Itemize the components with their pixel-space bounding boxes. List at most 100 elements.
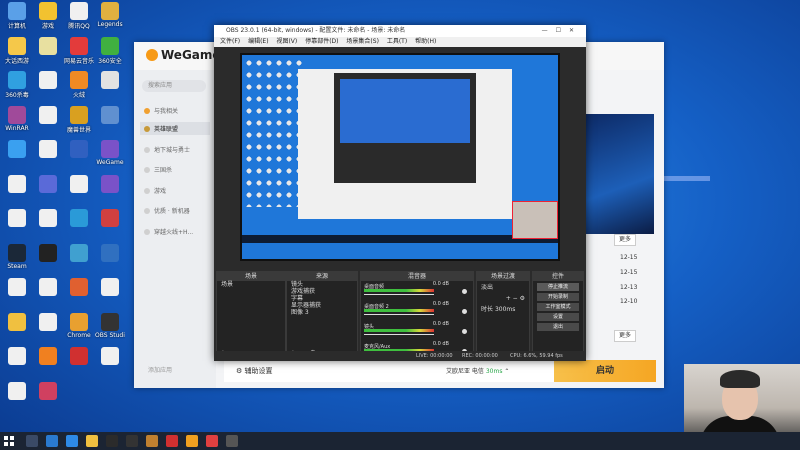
sidebar-item-related[interactable]: 与我相关 <box>144 106 178 115</box>
menu-scene-collection[interactable]: 场景集合(S) <box>346 38 379 45</box>
task-view-icon[interactable] <box>46 435 58 447</box>
explorer-icon[interactable] <box>86 435 98 447</box>
scene-item[interactable]: 场景 <box>217 281 285 288</box>
obs-titlebar[interactable]: OBS 23.0.1 (64-bit, windows) - 配置文件: 未命名… <box>214 25 586 37</box>
sidebar-item-sanguosha[interactable]: 三国杀 <box>144 165 172 174</box>
transition-controls[interactable]: + − ⚙ <box>477 295 529 302</box>
obs-taskbar-icon-2[interactable] <box>126 435 138 447</box>
source-item[interactable]: 图像 3 <box>287 309 357 316</box>
windows-start-icon[interactable] <box>4 436 14 446</box>
transition-duration[interactable]: 时长 300ms <box>477 306 529 313</box>
desktop-icon[interactable] <box>33 71 63 90</box>
desktop-icon[interactable] <box>2 209 32 228</box>
volume-slider[interactable] <box>364 294 434 295</box>
desktop-icon[interactable] <box>2 312 32 332</box>
wegame-search-input[interactable]: 搜索应用 <box>142 80 206 92</box>
desktop-icon[interactable] <box>64 243 94 263</box>
menu-view[interactable]: 视图(V) <box>276 38 297 45</box>
desktop-icon[interactable] <box>33 243 63 263</box>
menu-file[interactable]: 文件(F) <box>220 38 240 45</box>
desktop-icon[interactable]: 腾讯QQ <box>64 2 94 30</box>
exit-button[interactable]: 退出 <box>537 323 579 331</box>
desktop-icon[interactable]: Steam <box>2 243 32 270</box>
desktop-icon[interactable]: OBS Studio <box>95 312 125 339</box>
qq-taskbar-icon[interactable] <box>166 435 178 447</box>
speaker-icon[interactable] <box>462 309 467 314</box>
desktop-icon[interactable]: 游戏 <box>33 2 63 30</box>
sidebar-item-dnf[interactable]: 地下城与勇士 <box>144 145 190 154</box>
obs-window[interactable]: OBS 23.0.1 (64-bit, windows) - 配置文件: 未命名… <box>214 25 586 361</box>
desktop-icon[interactable] <box>33 174 63 194</box>
desktop-icon[interactable] <box>95 347 125 366</box>
transition-type-select[interactable]: 淡出 <box>477 284 529 291</box>
speaker-icon[interactable] <box>462 329 467 334</box>
menu-tools[interactable]: 工具(T) <box>387 38 407 45</box>
stop-streaming-button[interactable]: 停止推流 <box>537 283 579 291</box>
source-item[interactable]: 游戏捕获 <box>287 288 357 295</box>
desktop-icon[interactable] <box>2 174 32 194</box>
source-item[interactable]: 字幕 <box>287 295 357 302</box>
wegame-taskbar-icon[interactable] <box>186 435 198 447</box>
desktop-icon[interactable] <box>95 278 125 297</box>
desktop-icon[interactable] <box>95 71 125 90</box>
desktop-icon[interactable]: 360安全 <box>95 36 125 65</box>
sidebar-item-cf[interactable]: 穿越火线+H... <box>144 227 193 236</box>
desktop-icon[interactable]: 计算机 <box>2 2 32 30</box>
desktop-icon[interactable]: WeGame <box>95 140 125 166</box>
volume-slider[interactable] <box>364 334 434 335</box>
game-poster[interactable] <box>584 114 654 234</box>
volume-slider[interactable] <box>364 314 434 315</box>
desktop-icon[interactable]: 魔兽世界 <box>64 105 94 134</box>
desktop-icon[interactable]: Chrome <box>64 312 94 339</box>
sidebar-item-lol[interactable]: 英雄联盟 <box>140 122 210 135</box>
more-button-2[interactable]: 更多 <box>614 330 636 342</box>
desktop-icon[interactable]: Legends <box>95 2 125 28</box>
desktop-icon[interactable] <box>33 36 63 56</box>
menu-help[interactable]: 帮助(H) <box>415 38 436 45</box>
desktop-icon[interactable] <box>33 105 63 125</box>
desktop-icon[interactable] <box>33 381 63 401</box>
desktop-icon[interactable] <box>64 278 94 297</box>
desktop-icon[interactable] <box>33 140 63 159</box>
studio-mode-button[interactable]: 工作室模式 <box>537 303 579 311</box>
desktop-icon[interactable] <box>33 312 63 332</box>
mixer-channel[interactable]: 镜头 0.0 dB <box>361 321 473 341</box>
sidebar-item-games[interactable]: 游戏 <box>144 186 166 195</box>
sidebar-item-new-machine[interactable]: 优质 · 新机器 <box>144 206 190 215</box>
source-item[interactable]: 镜头 <box>287 281 357 288</box>
desktop-icon[interactable] <box>95 243 125 263</box>
server-select[interactable]: 艾欧尼亚 电信 30ms ⌃ <box>446 366 509 375</box>
speaker-icon[interactable] <box>462 289 467 294</box>
settings-button[interactable]: 设置 <box>537 313 579 321</box>
desktop-icon[interactable]: 360杀毒 <box>2 71 32 99</box>
desktop-icon[interactable] <box>33 278 63 297</box>
mixer-channel[interactable]: 桌面音频 2 0.0 dB <box>361 301 473 321</box>
obs-taskbar-icon[interactable] <box>106 435 118 447</box>
launch-button[interactable]: 启动 <box>554 360 656 382</box>
menu-edit[interactable]: 编辑(E) <box>248 38 268 45</box>
start-recording-button[interactable]: 开始录制 <box>537 293 579 301</box>
desktop-icon[interactable] <box>33 347 63 366</box>
window-controls[interactable]: —☐✕ <box>542 25 582 37</box>
desktop-icon[interactable] <box>64 209 94 228</box>
menu-docks[interactable]: 停靠部件(D) <box>305 38 338 45</box>
source-item[interactable]: 显示器捕获 <box>287 302 357 309</box>
netease-taskbar-icon[interactable] <box>206 435 218 447</box>
desktop-icon[interactable] <box>2 278 32 297</box>
desktop-icon[interactable] <box>95 209 125 228</box>
add-app-link[interactable]: 添加应用 <box>148 365 172 374</box>
desktop-icon[interactable] <box>33 209 63 228</box>
desktop-icon[interactable] <box>64 140 94 159</box>
desktop-icon[interactable] <box>2 140 32 159</box>
desktop-icon[interactable] <box>95 105 125 125</box>
desktop-icon[interactable]: WinRAR <box>2 105 32 132</box>
search-icon[interactable] <box>26 435 38 447</box>
desktop-icon[interactable] <box>64 174 94 194</box>
desktop-icon[interactable]: 火绒 <box>64 71 94 99</box>
mixer-channel[interactable]: 桌面音频 0.0 dB <box>361 281 473 301</box>
edge-icon[interactable] <box>66 435 78 447</box>
lol-taskbar-icon[interactable] <box>146 435 158 447</box>
more-button[interactable]: 更多 <box>614 234 636 246</box>
assist-settings-button[interactable]: ⚙ 辅助设置 <box>236 366 273 376</box>
desktop-icon[interactable] <box>2 381 32 401</box>
